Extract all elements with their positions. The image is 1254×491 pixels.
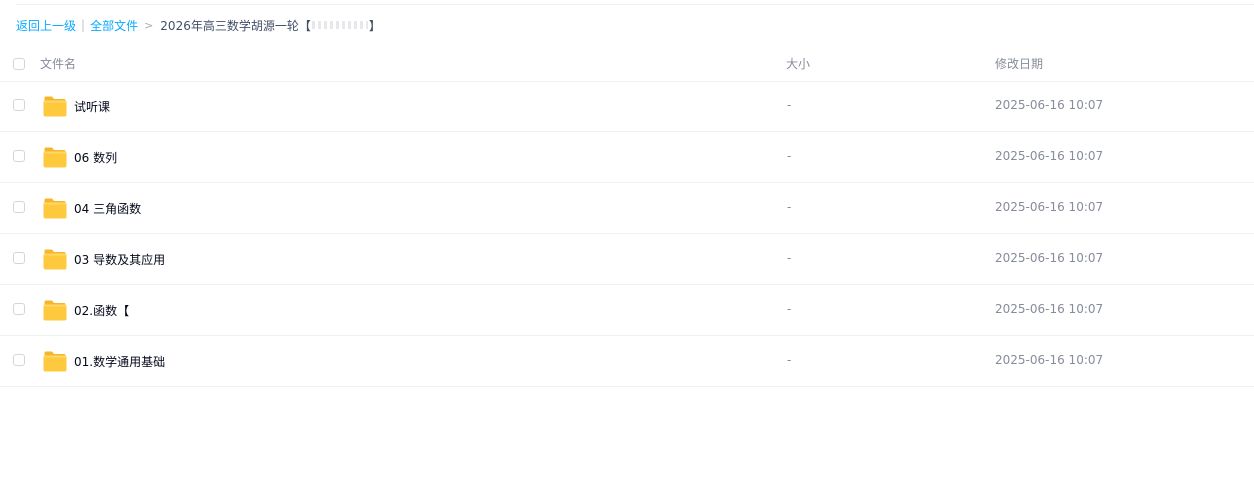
row-checkbox[interactable] (13, 303, 25, 315)
folder-icon[interactable] (43, 197, 67, 219)
folder-icon[interactable] (43, 248, 67, 270)
file-modified-date: 2025-06-16 10:07 (995, 353, 1104, 367)
row-checkbox[interactable] (13, 201, 25, 213)
table-row[interactable]: 06 数列 - 2025-06-16 10:07 (0, 132, 1254, 183)
file-name[interactable]: 06 数列 (74, 149, 117, 166)
breadcrumb-arrow-icon: > (144, 18, 154, 32)
file-name[interactable]: 02.函数【 (74, 302, 129, 319)
breadcrumb-bracket-close: 】 (368, 18, 381, 33)
top-divider (16, 4, 1254, 5)
breadcrumb-separator: | (81, 18, 86, 32)
breadcrumb: 返回上一级 | 全部文件 > 2026年高三数学胡源一轮 【 】 (16, 16, 381, 34)
table-row[interactable]: 试听课 - 2025-06-16 10:07 (0, 81, 1254, 132)
file-size: - (787, 98, 792, 112)
redacted-text (311, 21, 368, 29)
file-size: - (787, 251, 792, 265)
file-size: - (787, 302, 792, 316)
folder-icon[interactable] (43, 146, 67, 168)
all-files-link[interactable]: 全部文件 (90, 17, 138, 34)
table-row[interactable]: 03 导数及其应用 - 2025-06-16 10:07 (0, 234, 1254, 285)
row-checkbox[interactable] (13, 150, 25, 162)
file-modified-date: 2025-06-16 10:07 (995, 98, 1104, 112)
row-checkbox[interactable] (13, 99, 25, 111)
folder-icon[interactable] (43, 299, 67, 321)
table-header: 文件名 大小 修改日期 (0, 46, 1254, 82)
folder-icon[interactable] (43, 350, 67, 372)
column-header-modified[interactable]: 修改日期 (995, 55, 1043, 72)
breadcrumb-current: 2026年高三数学胡源一轮 (160, 18, 299, 33)
column-header-size[interactable]: 大小 (786, 55, 810, 72)
table-row[interactable]: 04 三角函数 - 2025-06-16 10:07 (0, 183, 1254, 234)
file-name[interactable]: 01.数学通用基础 (74, 353, 165, 370)
file-name[interactable]: 04 三角函数 (74, 200, 141, 217)
file-modified-date: 2025-06-16 10:07 (995, 251, 1104, 265)
folder-icon[interactable] (43, 95, 67, 117)
column-header-name[interactable]: 文件名 (40, 55, 76, 72)
breadcrumb-bracket-open: 【 (298, 18, 311, 33)
back-link[interactable]: 返回上一级 (16, 17, 76, 34)
table-row[interactable]: 01.数学通用基础 - 2025-06-16 10:07 (0, 336, 1254, 387)
file-size: - (787, 149, 792, 163)
file-list-page: 返回上一级 | 全部文件 > 2026年高三数学胡源一轮 【 】 文件名 大小 … (0, 0, 1254, 491)
file-size: - (787, 353, 792, 367)
file-name[interactable]: 03 导数及其应用 (74, 251, 165, 268)
table-row[interactable]: 02.函数【 - 2025-06-16 10:07 (0, 285, 1254, 336)
row-checkbox[interactable] (13, 354, 25, 366)
file-size: - (787, 200, 792, 214)
file-modified-date: 2025-06-16 10:07 (995, 149, 1104, 163)
select-all-checkbox[interactable] (13, 58, 25, 70)
row-checkbox[interactable] (13, 252, 25, 264)
file-modified-date: 2025-06-16 10:07 (995, 302, 1104, 316)
file-name[interactable]: 试听课 (74, 98, 110, 115)
file-modified-date: 2025-06-16 10:07 (995, 200, 1104, 214)
